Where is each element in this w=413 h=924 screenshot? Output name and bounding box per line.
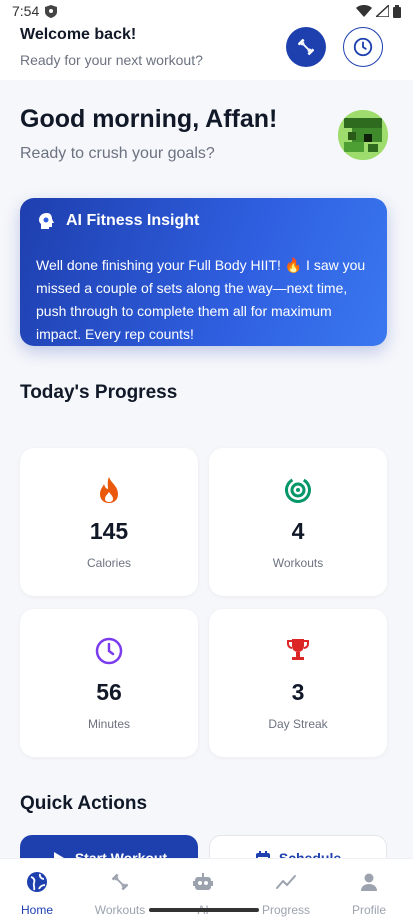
status-bar: 7:54: [0, 0, 413, 22]
stat-value: 4: [291, 518, 305, 544]
bottom-nav: Home Workouts AI Progress Profile: [0, 858, 413, 924]
trend-line-icon: [276, 875, 296, 889]
avatar[interactable]: [338, 110, 388, 160]
nav-item-home[interactable]: Home: [2, 869, 72, 917]
insight-body: Well done finishing your Full Body HIIT!…: [36, 257, 366, 342]
signal-icon: [376, 5, 389, 17]
nav-label: Workouts: [94, 903, 146, 917]
nav-label: Home: [20, 903, 53, 917]
target-icon: [285, 477, 311, 503]
stat-card-minutes: 56 Minutes: [20, 609, 198, 757]
stat-label: Calories: [86, 556, 131, 570]
stat-card-workouts: 4 Workouts: [209, 448, 387, 596]
stat-label: Workouts: [272, 556, 324, 570]
welcome-title: Welcome back!: [20, 26, 137, 43]
stat-label: Day Streak: [268, 717, 328, 731]
brain-icon: [39, 213, 54, 229]
status-time: 7:54: [12, 3, 40, 19]
ai-insight-card[interactable]: AI Fitness Insight Well done finishing y…: [20, 198, 387, 346]
app-header: Welcome back! Ready for your next workou…: [0, 22, 413, 80]
progress-title: Today's Progress: [20, 382, 178, 403]
trophy-icon: [287, 639, 309, 660]
wifi-icon: [356, 5, 372, 17]
dumbbell-icon: [297, 38, 315, 56]
clock-icon: [95, 637, 123, 665]
quick-workout-button[interactable]: [286, 27, 326, 67]
history-button[interactable]: [343, 27, 383, 67]
nav-item-progress[interactable]: Progress: [251, 869, 321, 917]
dumbbell-icon: [111, 873, 129, 891]
person-icon: [361, 873, 377, 891]
globe-icon: [27, 872, 47, 892]
nav-label: Progress: [261, 903, 311, 917]
flame-icon: [100, 477, 118, 503]
stat-value: 145: [89, 518, 129, 544]
stat-card-calories: 145 Calories: [20, 448, 198, 596]
greeting-subtitle: Ready to crush your goals?: [20, 145, 215, 162]
greeting-title: Good morning, Affan!: [20, 105, 278, 133]
home-indicator[interactable]: [149, 908, 259, 912]
stat-value: 3: [291, 679, 305, 705]
robot-icon: [193, 873, 213, 890]
nav-label: Profile: [351, 903, 386, 917]
clock-icon: [353, 37, 373, 57]
insight-title: AI Fitness Insight: [66, 212, 200, 229]
shield-icon: [45, 4, 58, 18]
stat-value: 56: [96, 679, 122, 705]
nav-item-workouts[interactable]: Workouts: [85, 869, 155, 917]
stat-card-streak: 3 Day Streak: [209, 609, 387, 757]
quick-actions-title: Quick Actions: [20, 793, 148, 814]
nav-item-profile[interactable]: Profile: [334, 869, 404, 917]
welcome-subtitle: Ready for your next workout?: [20, 52, 203, 68]
stat-label: Minutes: [87, 717, 131, 731]
battery-icon: [393, 4, 401, 18]
